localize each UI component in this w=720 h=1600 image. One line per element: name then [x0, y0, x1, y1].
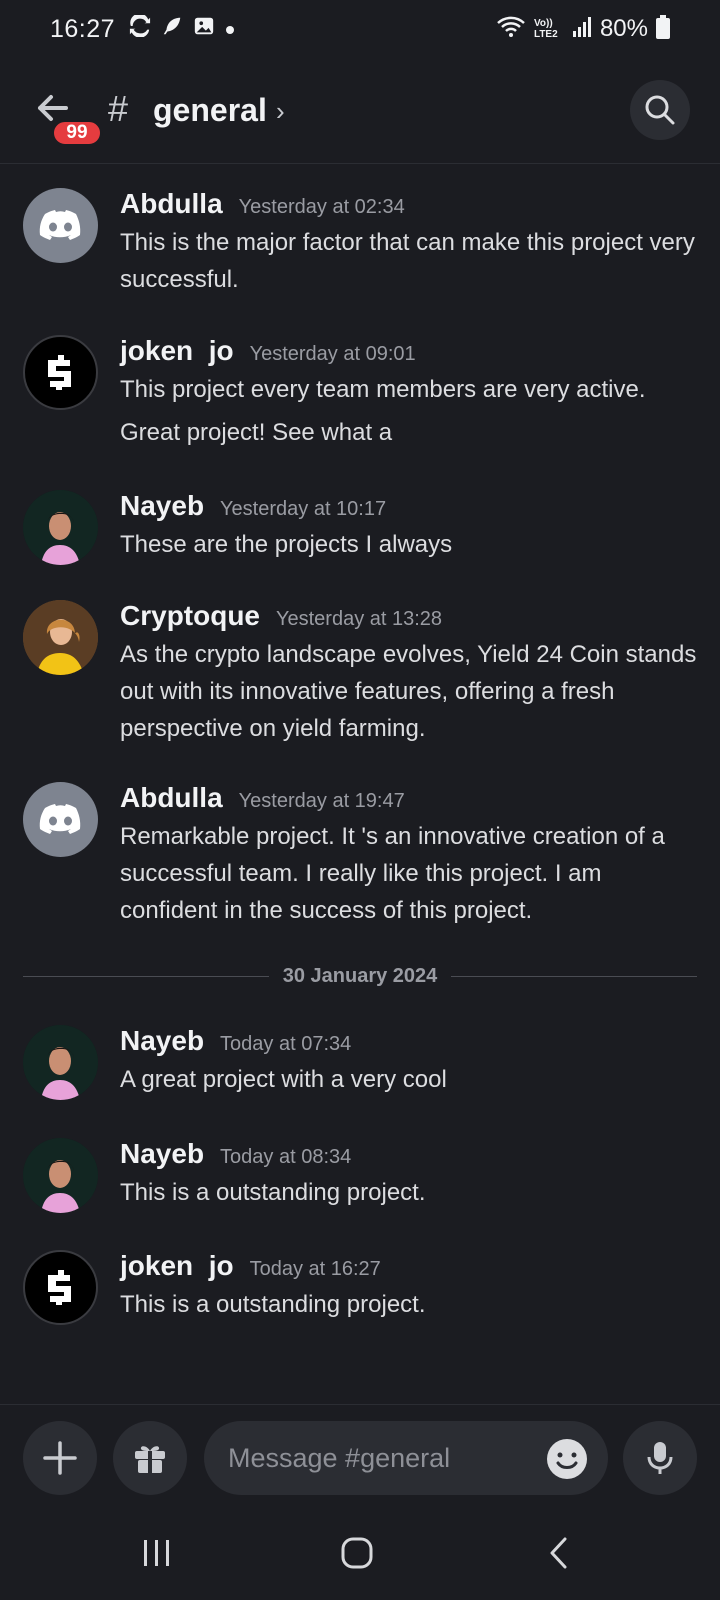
search-icon [645, 95, 675, 125]
home-button[interactable] [332, 1528, 382, 1578]
avatar[interactable] [23, 335, 98, 410]
message-author[interactable]: joken jo [120, 1250, 234, 1282]
message-author[interactable]: joken jo [120, 335, 234, 367]
status-left-icons [129, 13, 235, 43]
avatar[interactable] [23, 188, 98, 263]
home-icon [341, 1537, 373, 1569]
message-author[interactable]: Nayeb [120, 1025, 204, 1057]
s-logo-icon [48, 1270, 71, 1305]
signal-icon [572, 16, 592, 43]
message-author[interactable]: Abdulla [120, 188, 223, 220]
network-label: Vo)) LTE2 [533, 18, 558, 40]
recent-apps-icon [144, 1540, 169, 1566]
message-text: This is a outstanding project. [120, 1179, 426, 1206]
message-body: joken jo Yesterday at 09:01 This project… [120, 335, 700, 451]
discord-logo-icon [39, 804, 81, 834]
discord-logo-icon [39, 210, 81, 240]
gallery-icon [193, 15, 215, 43]
message-timestamp: Yesterday at 10:17 [220, 498, 387, 520]
message-body: Nayeb Today at 07:34 A great project wit… [120, 1025, 700, 1098]
avatar[interactable] [23, 1250, 98, 1325]
person-photo-icon [23, 1025, 98, 1100]
person-photo-icon [23, 600, 98, 675]
avatar[interactable] [23, 490, 98, 565]
status-time: 16:27 [50, 14, 116, 43]
channel-header: 99 # general › [0, 74, 720, 164]
emoji-button[interactable] [546, 1438, 588, 1480]
plus-icon [43, 1441, 77, 1475]
wifi-icon [496, 15, 526, 44]
divider-line [23, 975, 269, 977]
message-text: This project every team members are very… [120, 376, 646, 403]
status-right: Vo)) LTE2 80% [496, 0, 670, 58]
message-timestamp: Yesterday at 19:47 [238, 790, 405, 812]
message-body: Abdulla Yesterday at 02:34 This is the m… [120, 188, 700, 298]
battery-icon [656, 14, 670, 44]
person-photo-icon [23, 490, 98, 565]
system-nav-bar [0, 1502, 720, 1600]
add-attachment-button[interactable] [23, 1421, 97, 1495]
unread-badge: 99 [51, 119, 103, 147]
message-text: This is a outstanding project. [120, 1291, 426, 1318]
gift-button[interactable] [113, 1421, 187, 1495]
microphone-icon [647, 1442, 673, 1474]
divider-line [451, 975, 697, 977]
battery-percent: 80% [599, 15, 648, 42]
avatar[interactable] [23, 600, 98, 675]
message-text: This is the major factor that can make t… [120, 229, 695, 293]
message-body: Nayeb Today at 08:34 This is a outstandi… [120, 1138, 700, 1211]
message-body: joken jo Today at 16:27 This is a outsta… [120, 1250, 700, 1323]
sync-icon [129, 13, 151, 43]
message-timestamp: Today at 16:27 [249, 1258, 381, 1280]
message-body: Cryptoque Yesterday at 13:28 As the cryp… [120, 600, 700, 747]
search-button[interactable] [630, 80, 690, 140]
chevron-left-icon [550, 1537, 567, 1569]
message-author[interactable]: Nayeb [120, 490, 204, 522]
message-text: These are the projects I always [120, 531, 453, 558]
message-timestamp: Yesterday at 02:34 [238, 196, 405, 218]
chevron-right-icon[interactable]: › [276, 96, 285, 127]
avatar[interactable] [23, 1138, 98, 1213]
message-author[interactable]: Cryptoque [120, 600, 260, 632]
person-photo-icon [23, 1138, 98, 1213]
avatar[interactable] [23, 782, 98, 857]
date-divider: 30 January 2024 [23, 961, 697, 991]
channel-hash-icon: # [108, 88, 129, 129]
system-back-button[interactable] [534, 1528, 584, 1578]
message-timestamp: Today at 07:34 [220, 1033, 352, 1055]
avatar[interactable] [23, 1025, 98, 1100]
dot-icon [225, 18, 235, 41]
message-text: Great project! See what a [120, 419, 393, 446]
message-text: Remarkable project. It 's an innovative … [120, 823, 665, 924]
feather-icon [161, 15, 183, 43]
gift-icon [135, 1446, 165, 1473]
message-author[interactable]: Nayeb [120, 1138, 204, 1170]
s-logo-icon [48, 355, 71, 390]
message-composer [0, 1404, 720, 1502]
message-timestamp: Today at 08:34 [220, 1146, 352, 1168]
message-list[interactable]: Abdulla Yesterday at 02:34 This is the m… [0, 164, 720, 1404]
message-text: As the crypto landscape evolves, Yield 2… [120, 641, 697, 742]
message-text: A great project with a very cool [120, 1066, 447, 1093]
date-divider-label: 30 January 2024 [282, 964, 438, 987]
channel-name[interactable]: general [153, 92, 267, 129]
message-timestamp: Yesterday at 13:28 [276, 608, 443, 630]
message-body: Abdulla Yesterday at 19:47 Remarkable pr… [120, 782, 700, 929]
message-timestamp: Yesterday at 09:01 [249, 343, 416, 365]
status-bar: 16:27 Vo)) LTE2 80% [0, 0, 720, 58]
recent-apps-button[interactable] [132, 1528, 182, 1578]
voice-message-button[interactable] [623, 1421, 697, 1495]
message-body: Nayeb Yesterday at 10:17 These are the p… [120, 490, 700, 563]
message-author[interactable]: Abdulla [120, 782, 223, 814]
smiley-icon [547, 1439, 587, 1479]
